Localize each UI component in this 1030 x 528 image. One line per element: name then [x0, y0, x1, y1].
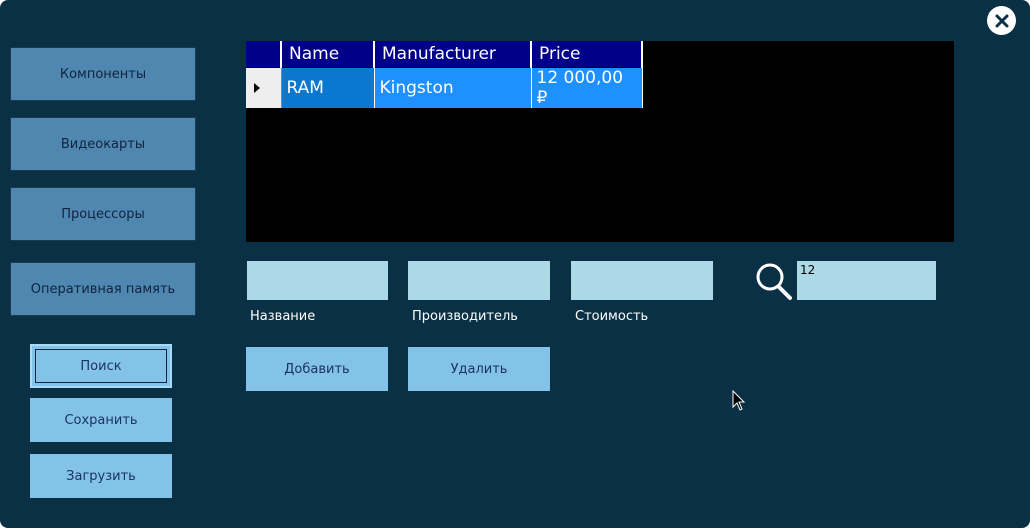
data-grid[interactable]: Name Manufacturer Price RAM Kingston 12 … — [246, 41, 954, 242]
row-header[interactable] — [246, 67, 282, 108]
name-field[interactable] — [247, 261, 388, 300]
save-button[interactable]: Сохранить — [30, 398, 172, 442]
load-button[interactable]: Загрузить — [30, 454, 172, 498]
price-field[interactable] — [571, 261, 713, 300]
category-components-label: Компоненты — [59, 66, 147, 82]
price-label: Стоимость — [575, 309, 649, 324]
manufacturer-field[interactable] — [408, 261, 550, 300]
table-row[interactable]: RAM Kingston 12 000,00 ₽ — [246, 67, 643, 108]
search-button[interactable]: Поиск — [30, 344, 172, 388]
category-processors-button[interactable]: Процессоры — [10, 187, 196, 241]
search-button-label: Поиск — [80, 358, 122, 374]
add-button[interactable]: Добавить — [246, 347, 388, 391]
category-processors-label: Процессоры — [61, 206, 145, 222]
close-icon — [995, 14, 1008, 27]
grid-table: Name Manufacturer Price RAM Kingston 12 … — [246, 41, 643, 108]
mouse-cursor-icon — [732, 390, 746, 411]
save-button-label: Сохранить — [64, 412, 138, 428]
cell-name[interactable]: RAM — [281, 67, 375, 108]
column-header-name[interactable]: Name — [281, 41, 375, 68]
cell-price[interactable]: 12 000,00 ₽ — [531, 67, 643, 108]
category-components-button[interactable]: Компоненты — [10, 47, 196, 101]
category-ram-label: Оперативная память — [30, 281, 176, 297]
add-button-label: Добавить — [284, 361, 350, 377]
category-ram-button[interactable]: Оперативная память — [10, 262, 196, 316]
search-input-value: 12 — [800, 263, 816, 277]
search-input[interactable] — [797, 261, 936, 300]
row-header-corner — [246, 41, 282, 68]
search-icon — [756, 263, 792, 300]
name-label: Название — [250, 309, 316, 324]
delete-button-label: Удалить — [450, 361, 508, 377]
app-window: Компоненты Видеокарты Процессоры Операти… — [0, 0, 1030, 528]
column-header-price[interactable]: Price — [531, 41, 643, 68]
cell-manufacturer[interactable]: Kingston — [374, 67, 532, 108]
category-videocards-button[interactable]: Видеокарты — [10, 117, 196, 171]
manufacturer-label: Производитель — [412, 309, 518, 324]
column-header-manufacturer[interactable]: Manufacturer — [374, 41, 532, 68]
load-button-label: Загрузить — [66, 468, 136, 484]
category-videocards-label: Видеокарты — [60, 136, 146, 152]
grid-header-row: Name Manufacturer Price — [246, 41, 643, 68]
close-button[interactable] — [987, 6, 1016, 35]
current-row-icon — [254, 83, 260, 93]
delete-button[interactable]: Удалить — [408, 347, 550, 391]
